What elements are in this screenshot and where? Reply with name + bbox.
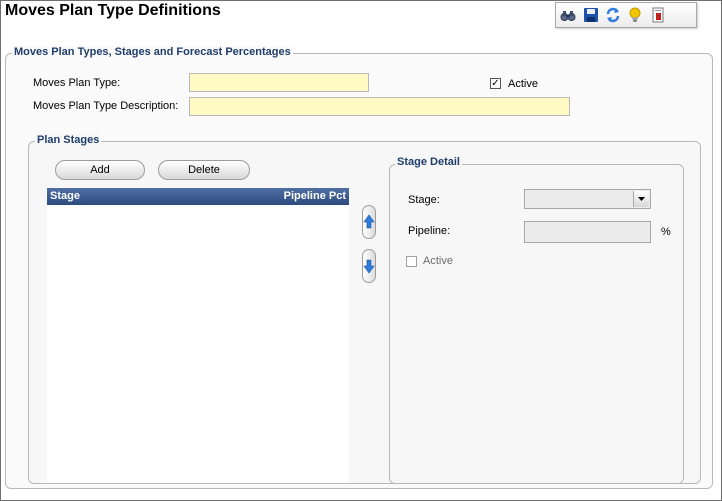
column-header-pipeline-pct[interactable]: Pipeline Pct xyxy=(284,190,346,202)
arrow-down-icon xyxy=(363,259,375,274)
page-title: Moves Plan Type Definitions xyxy=(5,2,221,19)
stages-grid-body[interactable] xyxy=(47,205,349,483)
move-up-button[interactable] xyxy=(362,205,376,239)
toolbar xyxy=(555,2,697,28)
binoculars-icon[interactable] xyxy=(560,7,576,23)
save-icon[interactable] xyxy=(583,7,599,23)
stage-active-label: Active xyxy=(423,255,453,267)
plan-stages-legend: Plan Stages xyxy=(35,134,102,146)
plan-type-label: Moves Plan Type: xyxy=(33,77,121,89)
arrow-up-icon xyxy=(363,214,375,229)
stage-detail-group-box xyxy=(389,164,684,484)
description-input[interactable] xyxy=(189,97,570,116)
stages-grid-header: Stage Pipeline Pct xyxy=(47,188,349,205)
active-checkbox[interactable]: ✓ xyxy=(490,78,501,89)
stage-select[interactable] xyxy=(524,189,651,209)
chevron-down-icon[interactable] xyxy=(633,191,649,207)
pipeline-input[interactable] xyxy=(524,221,651,243)
stage-active-checkbox[interactable] xyxy=(406,256,417,267)
column-header-stage[interactable]: Stage xyxy=(50,190,80,202)
add-button[interactable]: Add xyxy=(55,160,145,180)
refresh-icon[interactable] xyxy=(605,7,621,23)
pipeline-label: Pipeline: xyxy=(408,225,451,237)
stage-detail-legend: Stage Detail xyxy=(395,156,462,168)
move-down-button[interactable] xyxy=(362,249,376,283)
active-label: Active xyxy=(508,78,538,90)
main-group-legend: Moves Plan Types, Stages and Forecast Pe… xyxy=(12,46,293,58)
plan-type-input[interactable] xyxy=(189,73,369,92)
pipeline-unit: % xyxy=(661,226,671,238)
stage-label: Stage: xyxy=(408,194,440,206)
delete-button[interactable]: Delete xyxy=(158,160,250,180)
report-icon[interactable] xyxy=(650,7,666,23)
lightbulb-icon[interactable] xyxy=(627,7,643,23)
description-label: Moves Plan Type Description: xyxy=(33,100,179,112)
